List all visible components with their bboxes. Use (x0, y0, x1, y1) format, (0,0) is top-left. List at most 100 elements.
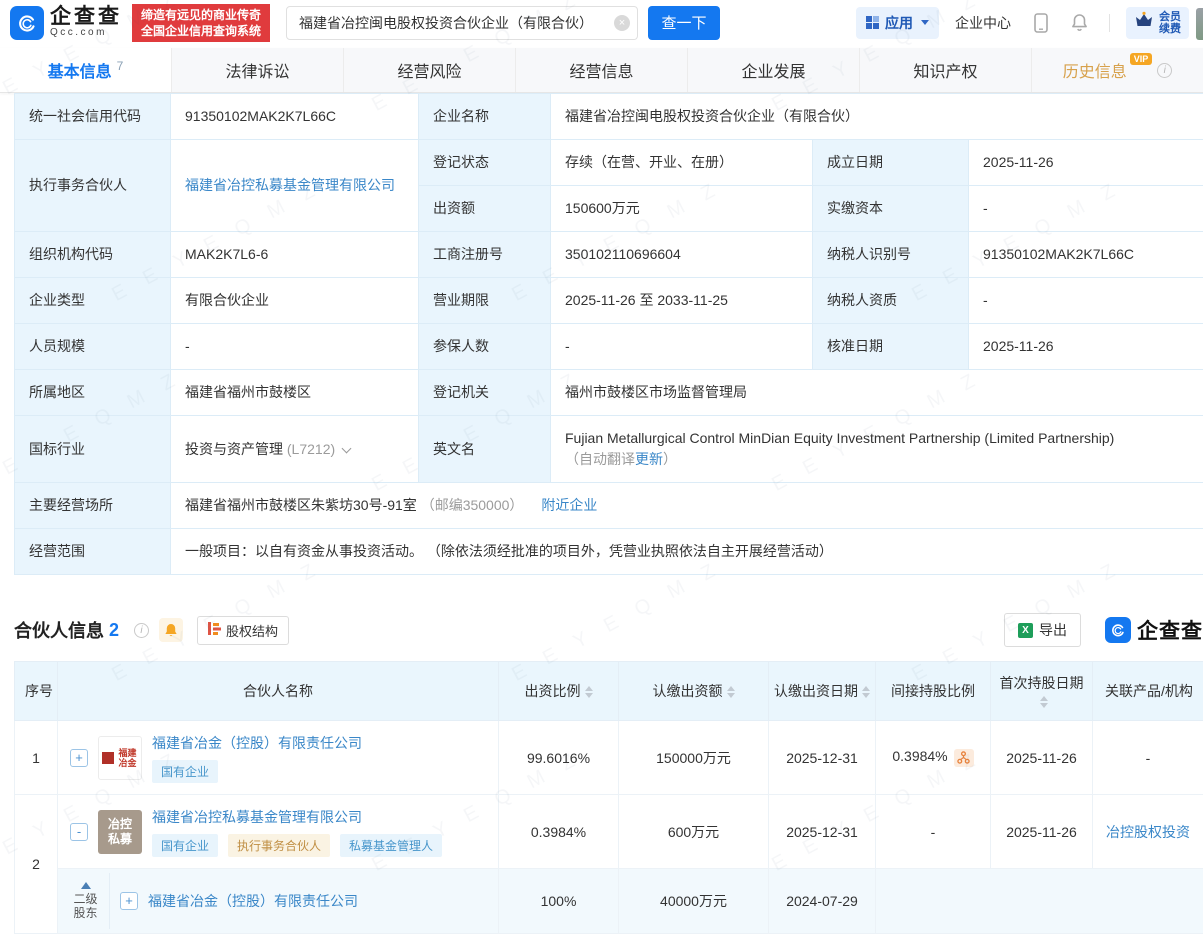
info-value: - (551, 324, 813, 370)
search-button[interactable]: 查一下 (648, 6, 720, 40)
chevron-down-icon[interactable] (342, 443, 352, 453)
sort-down-triangle (727, 693, 735, 698)
sort-icon[interactable] (862, 686, 870, 698)
info-label: 执行事务合伙人 (15, 140, 171, 232)
basic-info-row: 组织机构代码MAK2K7L6-6工商注册号350102110696604纳税人识… (15, 232, 1203, 278)
collapse-up-triangle-icon[interactable] (81, 882, 91, 889)
info-label: 纳税人资质 (813, 278, 969, 324)
equity-structure-icon[interactable] (954, 749, 974, 767)
qcc-mini-logo-text: 企查查 (1137, 615, 1203, 645)
amount-cell: 600万元 (619, 795, 769, 869)
company-logo[interactable]: 冶控私募 (98, 810, 142, 854)
text: 一般项目：以自有资金从事投资活动。 （除依法须经批准的项目外，凭营业执照依法自主… (185, 543, 833, 559)
tab-label: 知识产权 (913, 58, 977, 82)
partner-name-cell: +福建冶金福建省冶金（控股）有限责任公司国有企业 (58, 721, 499, 795)
apps-grid-icon (866, 16, 880, 30)
company-logo[interactable]: 福建冶金 (98, 736, 142, 780)
tab-item-1[interactable]: 法律诉讼 (172, 48, 344, 92)
info-icon[interactable]: i (1157, 63, 1172, 78)
sort-down-triangle (585, 693, 593, 698)
partner-name-cell: -冶控私募福建省冶控私募基金管理有限公司国有企业执行事务合伙人私募基金管理人 (58, 795, 499, 869)
related-link[interactable]: 冶控股权投资 (1106, 824, 1190, 840)
text: 纳税人资质 (827, 292, 897, 308)
membership-renew-button[interactable]: 会员 续费 (1126, 7, 1189, 39)
slogan-line1: 缔造有远见的商业传奇 (141, 7, 261, 23)
text: 人员规模 (29, 338, 85, 354)
tab-label: 历史信息 (1063, 58, 1127, 82)
text: 核准日期 (827, 338, 883, 354)
sub-name-content: + 福建省冶金（控股）有限责任公司 (110, 873, 358, 929)
search-input[interactable] (286, 6, 638, 40)
tab-bar: 基本信息7法律诉讼 经营风险 经营信息企业发展 知识产权 历史信息VIP i (0, 48, 1203, 93)
level2-shareholder-badge: 二级股东 (62, 873, 110, 929)
text: 纳税人识别号 (827, 246, 911, 262)
basic-info-row: 主要经营场所福建省福州市鼓楼区朱紫坊30号-91室 （邮编350000）附近企业 (15, 483, 1203, 529)
text: 组织机构代码 (29, 246, 113, 262)
tab-item-6[interactable]: 历史信息VIP i (1032, 48, 1203, 92)
sort-icon[interactable] (727, 686, 735, 698)
tab-item-3[interactable]: 经营信息 (516, 48, 688, 92)
mobile-app-icon[interactable] (1031, 13, 1051, 33)
info-value: - (969, 186, 1203, 232)
partner-name-link[interactable]: 福建省冶控私募基金管理有限公司 (152, 807, 362, 827)
partners-col-header-0: 序号 (15, 662, 58, 721)
link[interactable]: 更新 (635, 451, 663, 467)
partners-col-header-2[interactable]: 出资比例 (499, 662, 619, 721)
info-value: MAK2K7L6-6 (171, 232, 419, 278)
partners-col-header-3[interactable]: 认缴出资额 (619, 662, 769, 721)
info-label: 所属地区 (15, 370, 171, 416)
info-label: 国标行业 (15, 416, 171, 483)
partners-header-row: 序号合伙人名称出资比例认缴出资额认缴出资日期间接持股比例首次持股日期关联产品/机… (15, 662, 1203, 721)
text: 企业名称 (433, 108, 489, 124)
clear-search-icon[interactable]: × (614, 15, 630, 31)
link[interactable]: 附近企业 (541, 497, 597, 513)
info-value: - (171, 324, 419, 370)
basic-info-row: 所属地区福建省福州市鼓楼区登记机关福州市鼓楼区市场监督管理局 (15, 370, 1203, 416)
col-label: 认缴出资额 (653, 683, 723, 699)
info-label: 主要经营场所 (15, 483, 171, 529)
equity-structure-button[interactable]: 股权结构 (197, 616, 289, 645)
partner-name-link[interactable]: 福建省冶金（控股）有限责任公司 (152, 733, 362, 753)
sub-empty-cell (876, 869, 1203, 934)
sort-icon[interactable] (1040, 696, 1048, 708)
tab-item-0[interactable]: 基本信息7 (0, 48, 172, 92)
sub-amount-cell: 40000万元 (619, 869, 769, 934)
indirect-cell: - (876, 795, 991, 869)
expand-button[interactable]: - (70, 823, 88, 841)
search-box: × (286, 6, 638, 40)
notification-bell-icon[interactable] (1069, 13, 1089, 33)
info-label: 统一社会信用代码 (15, 94, 171, 140)
partner-meta: 福建省冶控私募基金管理有限公司国有企业执行事务合伙人私募基金管理人 (152, 807, 452, 857)
text: 登记状态 (433, 154, 489, 170)
enterprise-center-link[interactable]: 企业中心 (955, 13, 1011, 33)
info-label: 组织机构代码 (15, 232, 171, 278)
caret-down-icon (921, 20, 929, 25)
tab-item-2[interactable]: 经营风险 (344, 48, 516, 92)
export-button[interactable]: X 导出 (1004, 613, 1081, 647)
qcc-logo[interactable]: 企查查 Qcc.com (10, 6, 122, 40)
partners-col-header-4[interactable]: 认缴出资日期 (769, 662, 876, 721)
text: 350102110696604 (565, 246, 681, 262)
tab-item-4[interactable]: 企业发展 (688, 48, 860, 92)
logo-text: 冶控 (108, 817, 132, 832)
sort-icon[interactable] (585, 686, 593, 698)
sub-shareholder-name-link[interactable]: 福建省冶金（控股）有限责任公司 (148, 891, 358, 911)
expand-button[interactable]: + (120, 892, 138, 910)
info-value: 福建省福州市鼓楼区朱紫坊30号-91室 （邮编350000）附近企业 (171, 483, 1203, 529)
monitor-bell-icon[interactable] (159, 618, 183, 642)
text: 福建省冶控闽电股权投资合伙企业（有限合伙） (565, 108, 859, 124)
basic-info-row: 统一社会信用代码91350102MAK2K7L66C 企业名称 福建省冶控闽电股权投… (15, 94, 1203, 140)
partners-col-header-6[interactable]: 首次持股日期 (991, 662, 1093, 721)
info-icon[interactable]: i (134, 623, 149, 638)
link[interactable]: 福建省冶控私募基金管理有限公司 (185, 177, 395, 193)
vip-badge: VIP (1130, 53, 1153, 65)
info-value: 91350102MAK2K7L66C (171, 94, 419, 140)
expand-button[interactable]: + (70, 749, 88, 767)
side-float-widget[interactable] (1196, 8, 1203, 40)
tab-item-5[interactable]: 知识产权 (860, 48, 1032, 92)
logo-text: 福建冶金 (117, 748, 139, 768)
info-value: 350102110696604 (551, 232, 813, 278)
tab-label: 经营风险 (397, 58, 461, 82)
apps-menu[interactable]: 应用 (856, 7, 940, 39)
col-label: 合伙人名称 (243, 683, 313, 699)
